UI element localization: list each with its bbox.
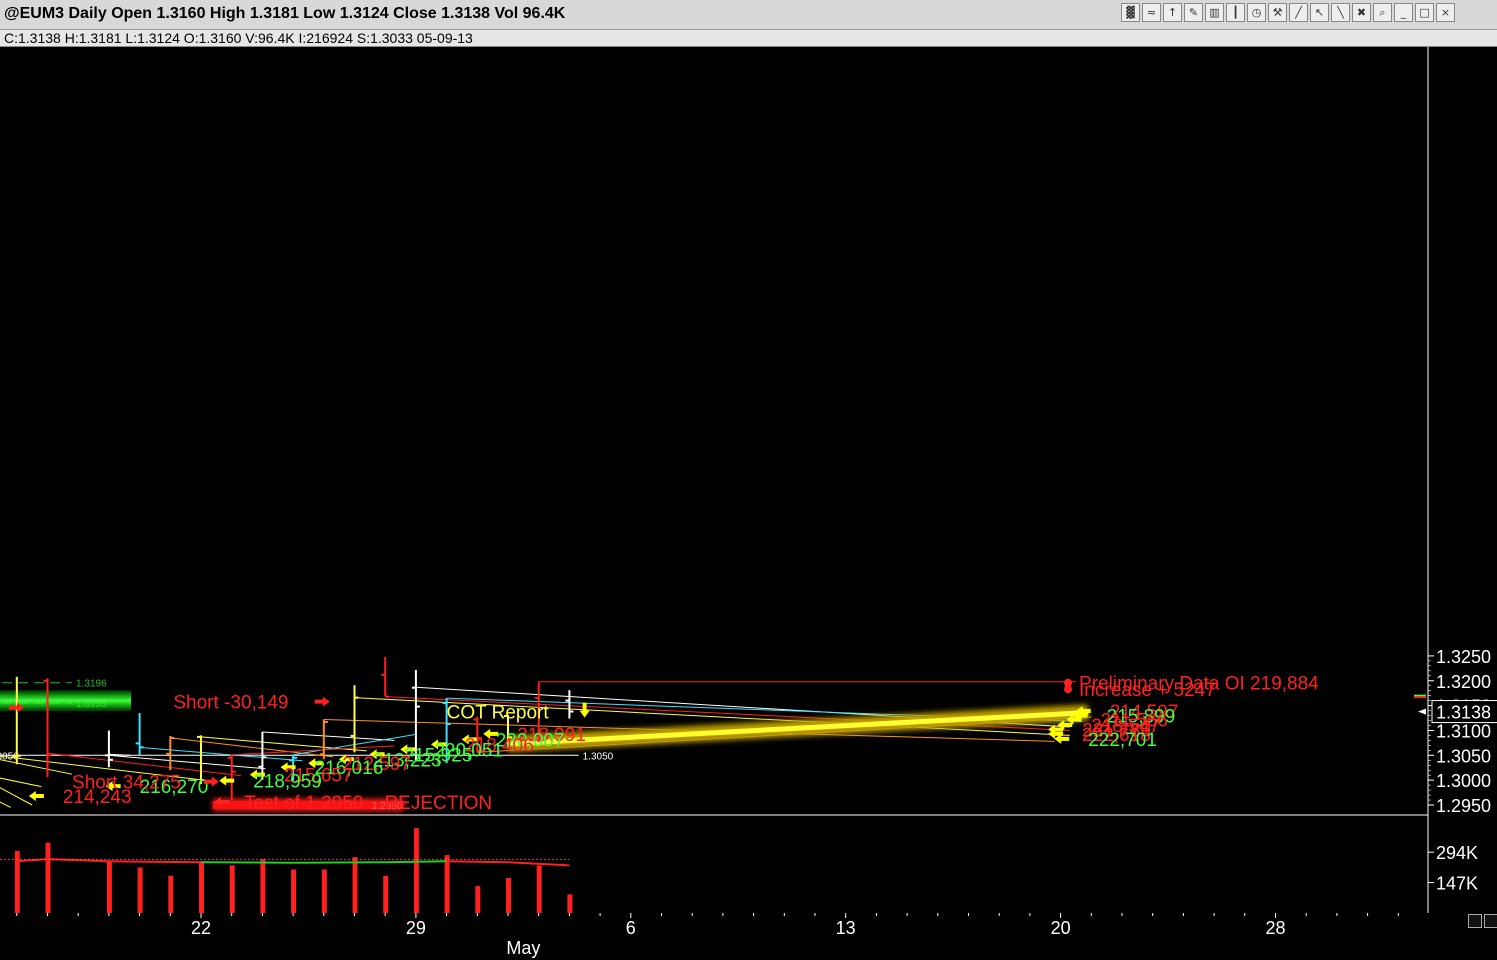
oi-line (0, 777, 42, 788)
ohlc-readout: C:1.3138 H:1.3181 L:1.3124 O:1.3160 V:96… (4, 30, 473, 46)
x-tick-label: 22 (190, 918, 212, 938)
cursor-icon[interactable]: ↖ (1310, 3, 1329, 22)
volume-bar (45, 842, 51, 913)
annotation-label: Short 34,275 (72, 773, 181, 794)
drawing-icon[interactable]: ↑ (1163, 3, 1182, 22)
x-tick-label: 20 (1050, 918, 1071, 938)
volume-average-line (385, 860, 447, 864)
arrow-right-icon (314, 696, 330, 707)
zoom-icon[interactable]: ⌕ (1373, 3, 1392, 22)
bar-chart-icon[interactable]: ▓ (1121, 3, 1140, 22)
expand-icon[interactable] (1484, 914, 1497, 928)
volume-bar (260, 859, 266, 913)
volume-bar (137, 867, 143, 913)
annotation-label: Increase + 5247 (1079, 680, 1216, 701)
volume-bar (413, 828, 419, 913)
title-bar: @EUM3 Daily Open 1.3160 High 1.3181 Low … (0, 0, 1497, 30)
price-bar (227, 754, 236, 801)
vol-tick-label: 147K (1436, 874, 1478, 894)
volume-bar (383, 875, 389, 913)
trendline-icon[interactable]: ╲ (1331, 3, 1350, 22)
close-icon[interactable]: × (1436, 3, 1455, 22)
oi-line (262, 731, 395, 741)
price-bar (104, 730, 113, 768)
oi-arrow-icon (28, 791, 44, 802)
y-tick-label: 1.3250 (1436, 647, 1491, 667)
status-bar: C:1.3138 H:1.3181 L:1.3124 O:1.3160 V:96… (0, 30, 1497, 47)
volume-bar (291, 869, 297, 913)
line-icon[interactable]: ╱ (1289, 3, 1308, 22)
last-price-marker-icon (1418, 708, 1426, 715)
volume-bar (352, 857, 358, 913)
chart-type-icon[interactable]: ▥ (1205, 3, 1224, 22)
x-axis-ticks (16, 913, 1399, 918)
month-label: May (506, 938, 541, 958)
y-tick-label: 1.2950 (1436, 796, 1491, 816)
x-tick-label: 28 (1265, 918, 1286, 938)
oi-line (139, 746, 303, 762)
volume-average-line (507, 861, 570, 867)
restore-icon[interactable] (1468, 914, 1482, 928)
volume-bar (168, 875, 174, 913)
x-tick-label: 29 (405, 918, 426, 938)
price-chart[interactable]: 1.31961.31551.30501.30501.2950 214,59721… (0, 47, 1497, 913)
pencil-icon[interactable]: ✎ (1184, 3, 1203, 22)
volume-bar (444, 855, 450, 913)
annotation-label: Test of 1.2950 .. REJECTION (244, 793, 492, 814)
x-axis: 22 29 6 13 20 28 May (0, 913, 1497, 960)
oi-line (108, 754, 266, 770)
level-label: 1.3050 (583, 751, 614, 762)
volume-bar (536, 865, 542, 913)
window-title: @EUM3 Daily Open 1.3160 High 1.3181 Low … (4, 5, 566, 22)
vol-tick-label: 294K (1436, 843, 1478, 863)
clock-icon[interactable]: ◷ (1247, 3, 1266, 22)
volume-average-line (446, 860, 509, 864)
indicator-icon[interactable]: ≈ (1142, 3, 1161, 22)
delete-icon[interactable]: ✖ (1352, 3, 1371, 22)
y-tick-label: 1.3100 (1436, 721, 1491, 741)
last-price-label: 1.3138 (1436, 703, 1491, 723)
price-bar (166, 735, 175, 771)
x-tick-label: 6 (625, 918, 636, 938)
bullet-icon (1064, 685, 1073, 694)
price-bar (319, 719, 328, 760)
panel-buttons (1468, 914, 1497, 928)
tool-icon[interactable]: ⚒ (1268, 3, 1287, 22)
price-bar (350, 685, 359, 753)
toolbar: ▓ ≈ ↑ ✎ ▥ ┃ ◷ ⚒ ╱ ↖ ╲ ✖ ⌕ _ □ × (1121, 3, 1455, 22)
volume-bar (321, 869, 327, 913)
annotation-label: COT Report (447, 703, 550, 724)
volume-bar (229, 865, 235, 913)
oi-label: 222,701 (1088, 730, 1157, 751)
volume-bar (475, 886, 481, 913)
volume-bar (106, 861, 112, 913)
price-bar (565, 690, 574, 719)
y-tick-label: 1.3200 (1436, 672, 1491, 692)
level-label: 1.3196 (76, 679, 107, 690)
volume-bar (506, 877, 511, 913)
volume-bar (199, 861, 204, 913)
price-bar (381, 656, 390, 698)
volume-average-line (108, 860, 202, 864)
volume-bar (567, 894, 573, 913)
annotation-label: Short -30,149 (173, 693, 288, 714)
oi-line (0, 801, 11, 808)
y-tick-label: 1.3000 (1436, 771, 1491, 791)
candle-icon[interactable]: ┃ (1226, 3, 1245, 22)
oi-label: 218,959 (253, 772, 322, 793)
price-bar (135, 713, 144, 755)
y-tick-label: 1.3050 (1436, 746, 1491, 766)
minimize-icon[interactable]: _ (1394, 3, 1413, 22)
x-tick-label: 13 (835, 918, 856, 938)
maximize-icon[interactable]: □ (1415, 3, 1434, 22)
